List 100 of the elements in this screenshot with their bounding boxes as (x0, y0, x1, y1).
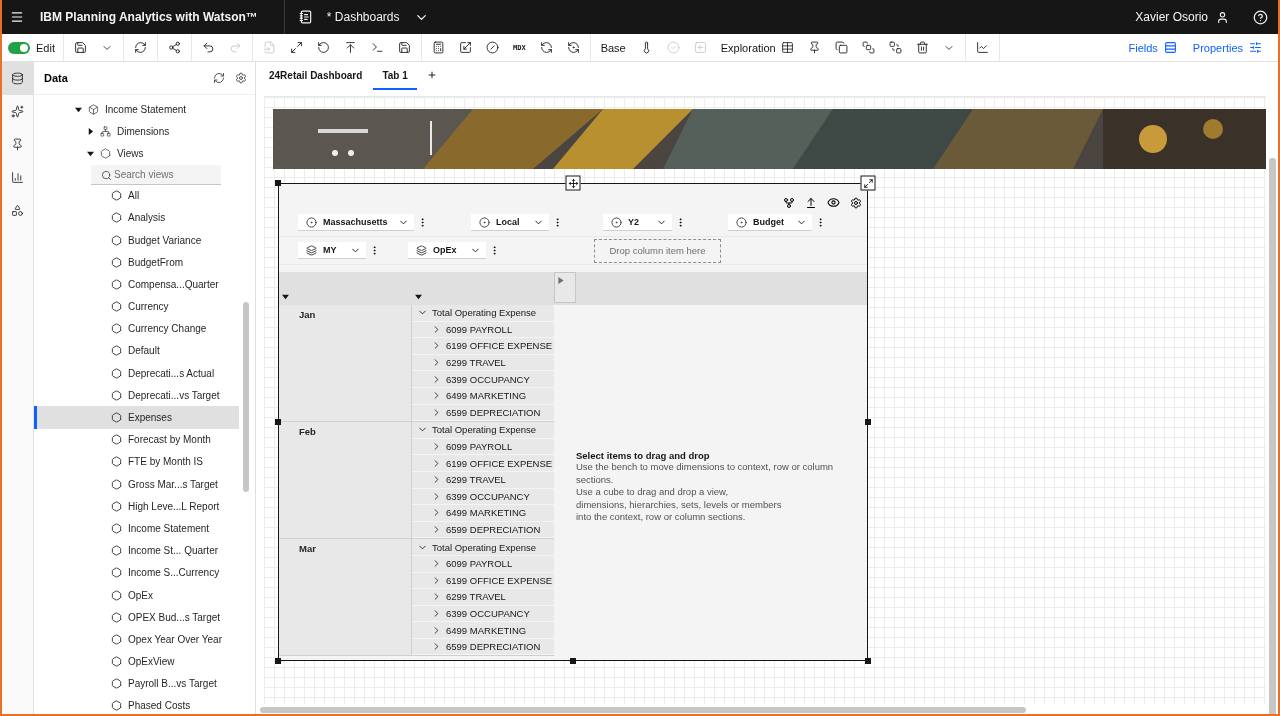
add-icon[interactable] (426, 70, 437, 80)
member-cell[interactable]: Total Operating Expense (412, 539, 554, 556)
tree-item[interactable]: Views (117, 147, 144, 159)
fields-button[interactable]: Fields (1128, 41, 1177, 54)
view-item[interactable]: Deprecati...s Actual (34, 362, 239, 385)
settings-icon[interactable] (850, 197, 862, 209)
eye-icon[interactable] (827, 196, 840, 209)
menu-icon[interactable] (10, 10, 24, 24)
view-item[interactable]: Analysis (34, 206, 239, 229)
pin-icon[interactable] (807, 41, 821, 54)
hexagon-icon (111, 478, 122, 490)
view-item[interactable]: Payroll B...vs Target (34, 672, 239, 695)
search-field[interactable]: Search views (91, 164, 221, 185)
member-cell[interactable]: 6199 OFFICE EXPENSE (412, 455, 554, 472)
view-item[interactable]: Gross Mar...s Target (34, 473, 239, 496)
resize-handle[interactable] (275, 419, 281, 425)
view-item[interactable]: Budget Variance (34, 228, 239, 252)
rotate-icon[interactable] (316, 41, 330, 54)
exploration-button[interactable]: Exploration (720, 41, 794, 54)
save-icon[interactable] (397, 41, 411, 54)
view-item[interactable]: Phased Costs (34, 694, 239, 714)
view-item[interactable]: Income St... Quarter (34, 539, 239, 562)
scrollbar[interactable] (243, 302, 249, 492)
collapse-icon[interactable] (87, 149, 94, 157)
context-dropdown[interactable]: Budget (728, 214, 812, 231)
sort-icon[interactable] (282, 293, 289, 300)
context-dropdown[interactable]: Local (471, 214, 549, 231)
tab[interactable]: 24Retail Dashboard (260, 70, 372, 90)
row-dropdown[interactable]: MY (298, 242, 366, 259)
refresh-dot-icon[interactable] (566, 41, 580, 54)
view-item[interactable]: Expenses (34, 406, 239, 429)
bring-front-icon[interactable] (861, 41, 875, 54)
sort-icon[interactable] (415, 293, 422, 300)
view-item[interactable]: Compensa...Quarter (34, 273, 239, 296)
resize-handle[interactable] (275, 180, 281, 186)
upload-icon[interactable] (805, 197, 817, 209)
view-item[interactable]: FTE by Month IS (34, 450, 239, 473)
view-item[interactable]: BudgetFrom (34, 251, 239, 274)
resize-handle[interactable] (865, 658, 871, 664)
member-cell[interactable]: Total Operating Expense (412, 422, 554, 439)
drop-zone[interactable]: Drop column item here (594, 238, 721, 263)
resize-handle[interactable] (865, 419, 871, 425)
view-item[interactable]: Forecast by Month (34, 428, 239, 451)
document-title[interactable]: * Dashboards (326, 10, 400, 24)
line-chart-icon[interactable] (975, 41, 989, 54)
collapse-icon[interactable] (75, 105, 82, 113)
refresh-icon[interactable] (539, 41, 553, 54)
view-item[interactable]: OpEx (34, 583, 239, 607)
scrollbar[interactable] (260, 707, 1026, 713)
view-item[interactable]: Deprecati...vs Target (34, 384, 239, 407)
member-cell[interactable]: 6399 OCCUPANCY (412, 371, 554, 388)
view-item[interactable]: All (34, 184, 239, 207)
view-item[interactable]: Default (34, 339, 239, 363)
send-back-icon[interactable] (888, 41, 902, 54)
expand-icon[interactable] (289, 41, 303, 54)
resize-handle[interactable] (570, 658, 576, 664)
expand-icon[interactable] (87, 127, 94, 135)
database-icon[interactable] (2, 62, 33, 95)
view-item[interactable]: Opex Year Over Year (34, 628, 239, 651)
refresh-icon[interactable] (213, 72, 225, 84)
view-item[interactable]: High Leve...L Report (34, 495, 239, 518)
refresh-icon[interactable] (133, 41, 147, 54)
maximize-handle[interactable] (860, 175, 876, 191)
member-cell[interactable]: 6499 MARKETING (412, 505, 554, 522)
user-icon[interactable] (1216, 10, 1229, 24)
no-symbol-icon[interactable] (485, 41, 499, 54)
view-item[interactable]: Currency (34, 295, 239, 318)
save-icon[interactable] (73, 41, 87, 54)
undo-icon[interactable] (201, 41, 215, 54)
context-dropdown[interactable]: Massachusetts (298, 214, 414, 231)
base-button[interactable]: Base (600, 41, 626, 54)
delete-icon[interactable] (915, 41, 929, 54)
tree-item[interactable]: Dimensions (117, 125, 170, 137)
help-icon[interactable] (1253, 9, 1268, 25)
member-cell[interactable]: 6499 MARKETING (412, 622, 554, 639)
properties-button[interactable]: Properties (1192, 41, 1262, 54)
message-title: Select items to drag and drop (576, 450, 711, 461)
scrollbar[interactable] (1269, 158, 1276, 714)
view-item[interactable]: OpExView (34, 650, 239, 673)
member-cell[interactable]: Total Operating Expense (412, 305, 554, 322)
view-item[interactable]: OPEX Bud...s Target (34, 606, 239, 629)
tree-item[interactable]: Income Statement (105, 103, 187, 115)
upload-icon[interactable] (343, 41, 357, 54)
terminal-icon[interactable] (370, 41, 384, 54)
member-cell[interactable]: 6199 OFFICE EXPENSE (412, 338, 554, 355)
view-item[interactable]: Income S...Currency (34, 561, 239, 584)
member-cell[interactable]: 6299 TRAVEL (412, 589, 554, 606)
resize-icon[interactable] (458, 41, 472, 54)
view-item[interactable]: Currency Change (34, 317, 239, 340)
row-dropdown[interactable]: OpEx (408, 242, 486, 259)
hierarchy-icon[interactable] (783, 197, 795, 209)
resize-handle[interactable] (275, 658, 281, 664)
calculator-icon[interactable] (431, 41, 445, 54)
tab[interactable]: Tab 1 (373, 70, 417, 90)
copy-icon[interactable] (834, 41, 848, 54)
context-dropdown[interactable]: Y2 (603, 214, 672, 231)
move-handle[interactable] (565, 175, 581, 191)
view-item[interactable]: Income Statement (34, 517, 239, 540)
edit-toggle[interactable] (8, 41, 30, 54)
share-icon[interactable] (167, 41, 181, 54)
